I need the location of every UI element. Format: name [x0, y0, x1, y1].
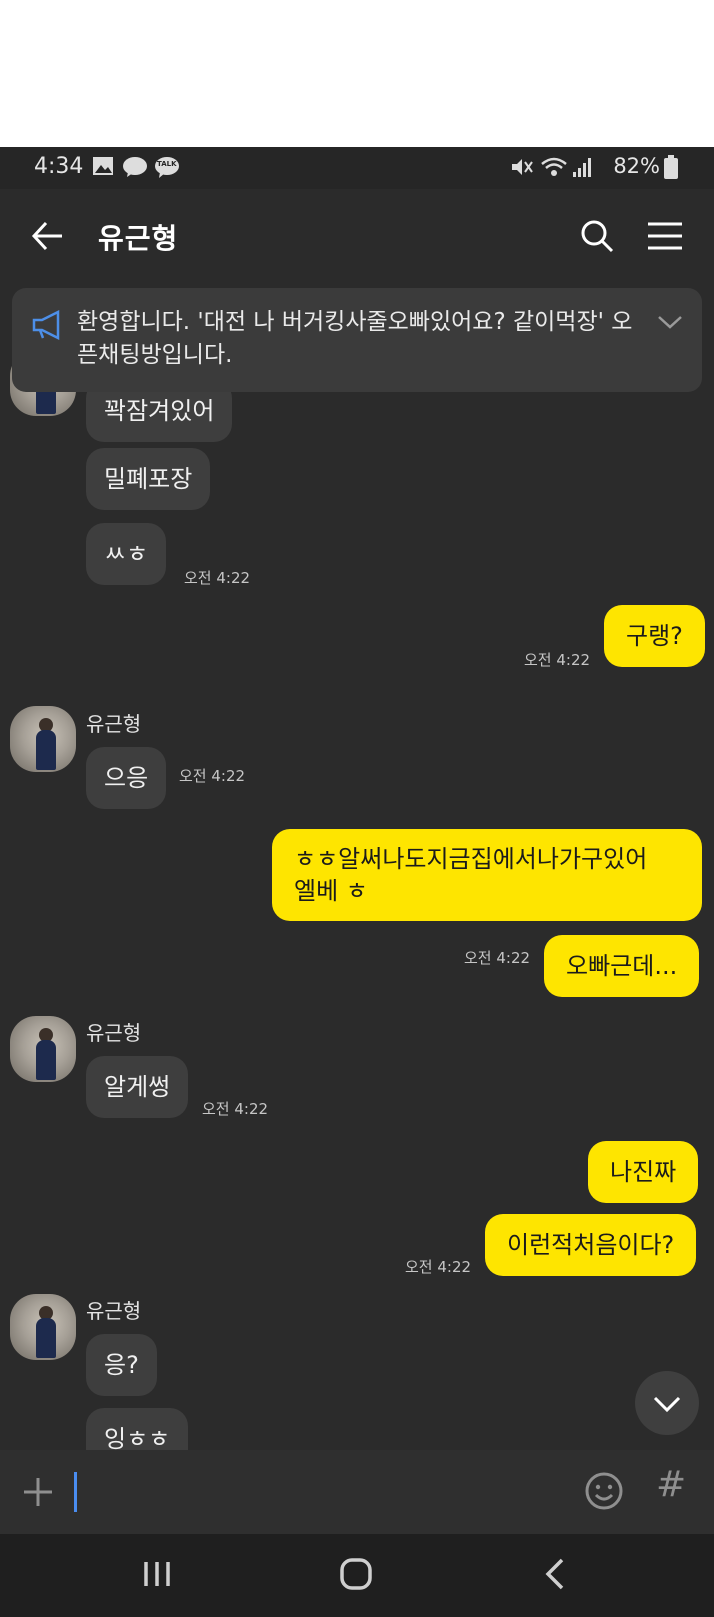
back-nav-button[interactable] [540, 1554, 570, 1598]
back-nav-icon [545, 1558, 564, 1590]
battery-icon [664, 155, 678, 183]
avatar[interactable] [10, 1016, 76, 1082]
chevron-down-icon [653, 1396, 681, 1413]
kakaotalk-icon: TALK [154, 156, 180, 184]
sender-name: 유근형 [86, 1021, 142, 1045]
notice-text: 환영합니다. '대전 나 버거킹사줄오빠있어요? 같이먹장' 오픈채팅방입니다. [77, 309, 633, 368]
megaphone-icon [30, 309, 64, 344]
recents-button[interactable] [140, 1554, 174, 1598]
recents-icon [144, 1562, 170, 1586]
message-time: 오전 4:22 [202, 1100, 269, 1118]
emoji-icon [585, 1472, 623, 1510]
wifi-icon [540, 156, 568, 182]
message-bubble-incoming[interactable]: 밀폐포장 [86, 448, 211, 510]
mute-icon [510, 156, 534, 182]
message-bubble-outgoing[interactable]: 나진짜 [588, 1141, 699, 1203]
search-icon [581, 220, 614, 253]
signal-icon [572, 156, 592, 182]
message-bubble-outgoing[interactable]: ㅎㅎ알써나도지금집에서나가구있어 엘베 ㅎ [272, 829, 702, 921]
sender-name: 유근형 [86, 1299, 142, 1323]
message-bubble-incoming[interactable]: 알게썽 [86, 1056, 189, 1118]
message-bubble-incoming[interactable]: 응? [86, 1334, 157, 1396]
notice-banner[interactable]: 환영합니다. '대전 나 버거킹사줄오빠있어요? 같이먹장' 오픈채팅방입니다. [12, 288, 702, 392]
battery-percent: 82% [613, 154, 660, 178]
gallery-icon [92, 156, 114, 180]
hash-icon[interactable]: # [656, 1464, 686, 1505]
menu-icon [648, 222, 682, 250]
message-bubble-incoming[interactable]: ㅆㅎ [86, 523, 167, 585]
home-icon [340, 1558, 372, 1590]
avatar[interactable] [10, 706, 76, 772]
message-time: 오전 4:22 [464, 949, 531, 967]
back-button[interactable] [28, 215, 70, 257]
attach-button[interactable] [20, 1472, 56, 1516]
message-time: 오전 4:22 [184, 569, 251, 587]
menu-button[interactable] [644, 215, 686, 257]
message-input-bar: # [0, 1450, 714, 1534]
home-button[interactable] [338, 1554, 374, 1598]
chevron-down-icon[interactable] [656, 312, 684, 336]
system-nav-bar [0, 1534, 714, 1617]
sender-name: 유근형 [86, 712, 142, 736]
text-cursor [74, 1472, 77, 1512]
message-time: 오전 4:22 [524, 651, 591, 669]
message-bubble-incoming[interactable]: 잉ㅎㅎ [86, 1408, 189, 1450]
status-time: 4:34 [34, 154, 84, 179]
message-bubble-outgoing[interactable]: 이런적처음이다? [485, 1214, 697, 1276]
message-line: 엘베 ㅎ [294, 877, 368, 905]
chat-area[interactable]: 환영합니다. '대전 나 버거킹사줄오빠있어요? 같이먹장' 오픈채팅방입니다.… [0, 284, 714, 1450]
talk-badge-text: TALK [157, 160, 177, 168]
message-bubble-outgoing[interactable]: 오빠근데... [544, 935, 700, 997]
plus-icon [24, 1478, 52, 1506]
scroll-to-bottom-button[interactable] [635, 1371, 699, 1435]
message-bubble-incoming[interactable]: 으응 [86, 747, 167, 809]
message-bubble-outgoing[interactable]: 구랭? [604, 605, 705, 667]
search-button[interactable] [576, 215, 618, 257]
message-time: 오전 4:22 [405, 1258, 472, 1276]
chat-title: 유근형 [98, 222, 179, 255]
message-input[interactable] [80, 1470, 544, 1516]
message-line: ㅎㅎ알써나도지금집에서나가구있어 [294, 845, 648, 873]
back-arrow-icon [31, 221, 62, 251]
chat-bubble-icon [122, 156, 148, 182]
chat-header: 유근형 [0, 189, 714, 284]
status-bar: 4:34 TALK 82% [0, 147, 714, 189]
message-time: 오전 4:22 [179, 767, 246, 785]
avatar[interactable] [10, 1294, 76, 1360]
emoji-button[interactable] [584, 1471, 624, 1515]
